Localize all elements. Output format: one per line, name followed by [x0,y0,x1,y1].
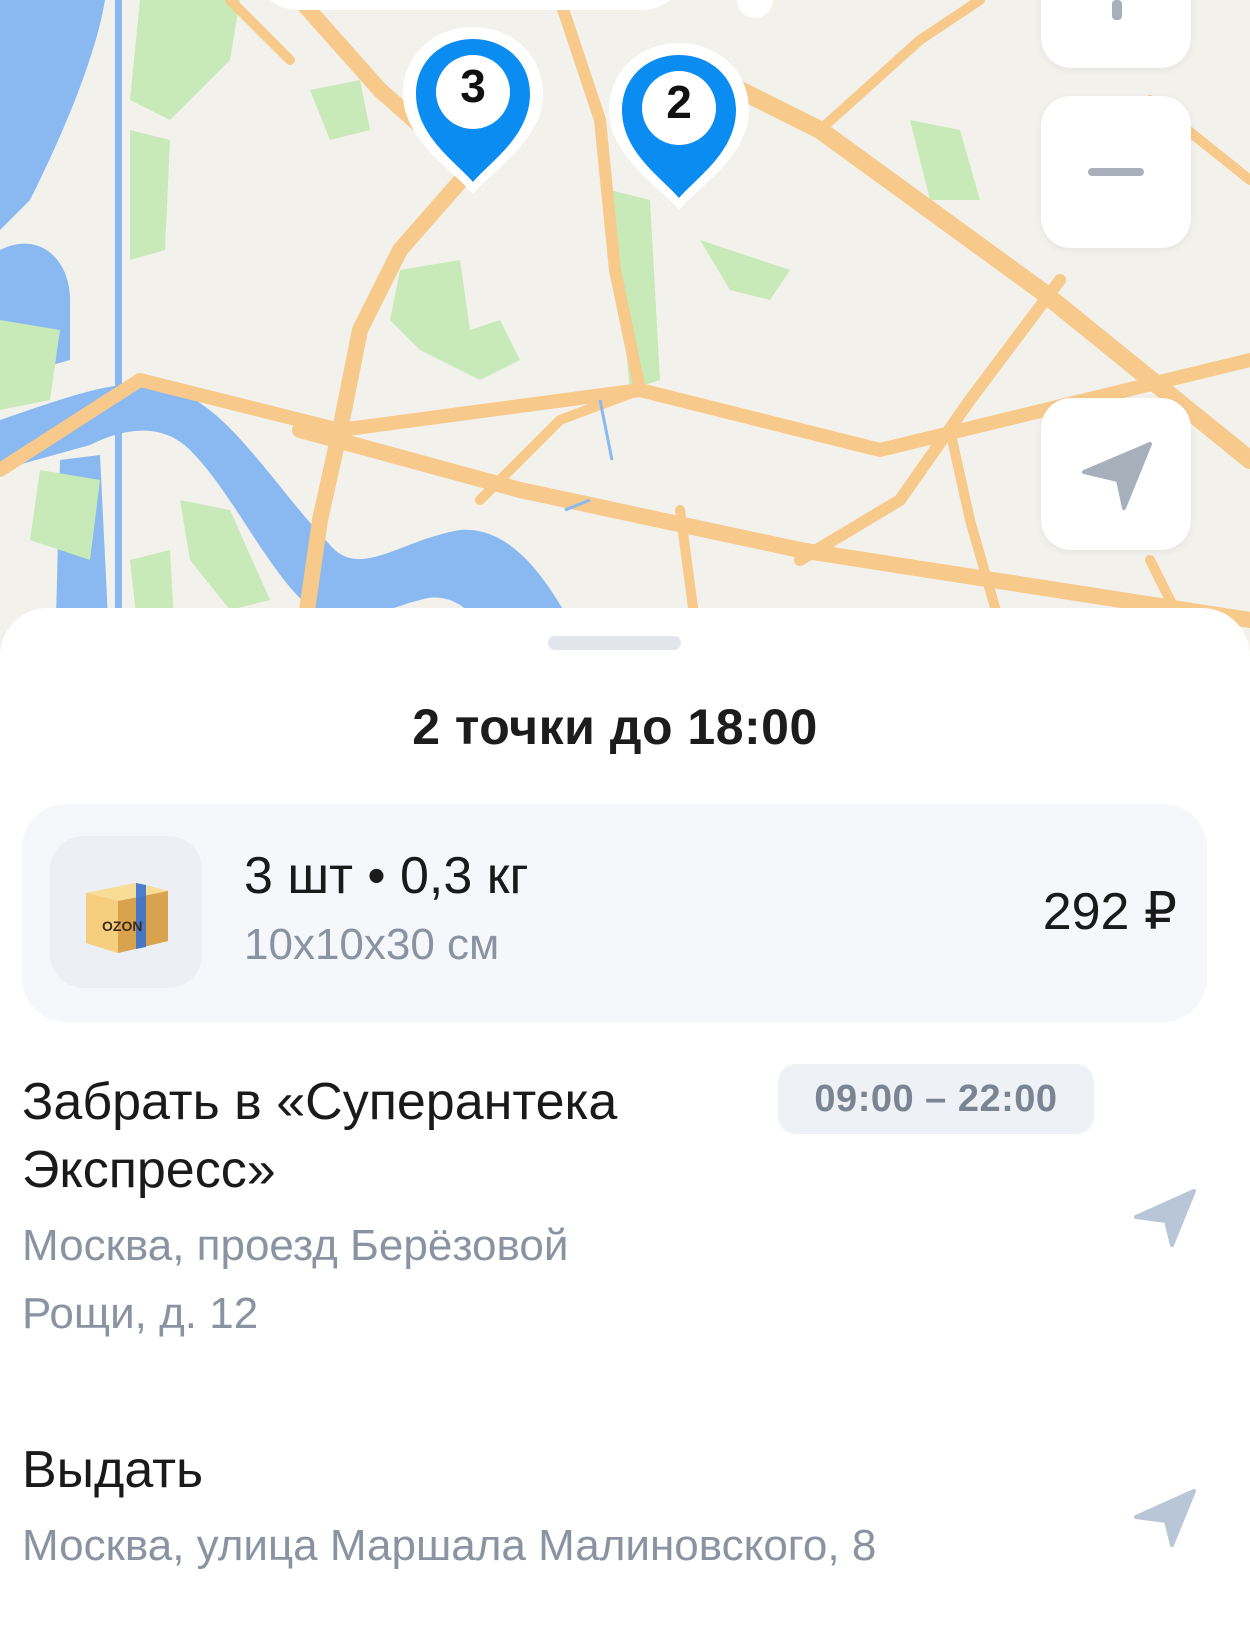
parcel-price: 292 ₽ [1042,883,1177,941]
route-summary-title: 2 точки до 18:00 [412,699,818,755]
pin-count: 3 [460,60,486,112]
road [815,0,985,135]
river [0,0,105,230]
map-pin-cluster-3[interactable]: 3 [398,22,548,197]
minus-icon [1088,168,1144,176]
search-bar-edge [270,0,670,10]
park [130,130,170,260]
park [130,0,240,120]
parcel-dimensions: 10x10x30 см [244,920,500,969]
park [0,320,60,410]
navigation-arrow-icon [1082,442,1152,510]
stop-deliver[interactable]: Выдать Москва, улица Маршала Малиновског… [22,1436,1222,1580]
plus-icon [1112,0,1122,20]
map-pin-cluster-2[interactable]: 2 [604,38,754,213]
stop-address: Москва, проезд Берёзовой Рощи, д. 12 [22,1221,569,1338]
sheet-drag-handle[interactable] [548,636,681,650]
parcel-card[interactable]: OZON 3 шт • 0,3 кг 10x10x30 см 292 ₽ [22,804,1207,1022]
parcel-thumbnail: OZON [50,836,202,988]
route-bottom-sheet: 2 точки до 18:00 OZON 3 шт • 0,3 кг 10x1… [0,608,1250,1637]
my-location-button[interactable] [1041,398,1191,550]
stop-title: Забрать в «Суперантека Экспресс» [22,1073,618,1199]
navigation-arrow-icon[interactable] [1130,1483,1200,1553]
map-dot [737,0,773,18]
pin-count: 2 [666,76,692,128]
parcel-quantity-weight: 3 шт • 0,3 кг [244,847,529,905]
ozon-logo-text: OZON [102,918,142,934]
park [700,240,790,300]
stop-title: Выдать [22,1441,204,1499]
park [910,120,980,200]
park [390,260,520,380]
ozon-box-icon: OZON [86,883,168,953]
time-window-badge: 09:00 – 22:00 [778,1064,1094,1134]
zoom-in-button[interactable] [1041,0,1191,68]
park [310,80,370,140]
park [30,470,100,560]
stream [598,399,614,461]
canal [115,0,122,660]
stop-address: Москва, улица Маршала Малиновского, 8 [22,1521,877,1570]
navigation-arrow-icon[interactable] [1130,1183,1200,1253]
map-view[interactable]: 3 2 [0,0,1250,660]
road [225,0,295,65]
zoom-out-button[interactable] [1041,96,1191,248]
